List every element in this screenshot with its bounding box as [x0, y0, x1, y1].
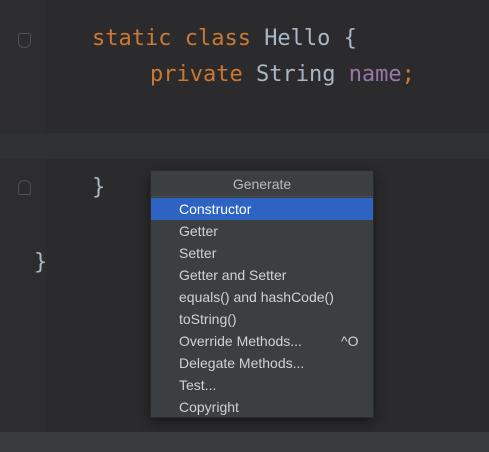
close-brace: } — [34, 250, 48, 275]
menu-item-label: Setter — [179, 245, 217, 261]
class-name: Hello — [264, 26, 331, 51]
menu-item-label: Override Methods... — [179, 333, 302, 349]
current-line-highlight — [0, 133, 489, 159]
menu-item-override-methods[interactable]: Override Methods... ^O — [151, 330, 373, 352]
menu-item-label: Constructor — [179, 201, 252, 217]
generate-menu: Constructor Getter Setter Getter and Set… — [151, 197, 373, 418]
keyword-static-class: static class — [92, 26, 265, 51]
fold-marker-icon[interactable] — [18, 180, 31, 195]
popup-title: Generate — [151, 171, 373, 197]
menu-item-label: equals() and hashCode() — [179, 289, 334, 305]
menu-item-equals-hashcode[interactable]: equals() and hashCode() — [151, 286, 373, 308]
menu-item-label: Delegate Methods... — [179, 355, 305, 371]
semicolon: ; — [401, 62, 415, 87]
keyword-private: private — [150, 62, 256, 87]
field-name: name — [348, 62, 402, 87]
code-line-class-close-brace[interactable]: } — [92, 175, 105, 201]
menu-item-copyright[interactable]: Copyright — [151, 396, 373, 418]
menu-item-constructor[interactable]: Constructor — [151, 198, 373, 220]
menu-item-label: toString() — [179, 311, 237, 327]
menu-item-setter[interactable]: Setter — [151, 242, 373, 264]
code-line-field-declaration[interactable]: private String name; — [150, 62, 415, 88]
code-editor[interactable]: static class Hello { private String name… — [0, 0, 489, 452]
code-line-class-declaration[interactable]: static class Hello { — [92, 26, 357, 52]
fold-marker-icon[interactable] — [18, 33, 31, 48]
editor-bottom-bar — [0, 432, 489, 452]
menu-item-getter[interactable]: Getter — [151, 220, 373, 242]
menu-item-label: Copyright — [179, 399, 239, 415]
close-brace: } — [92, 175, 106, 200]
menu-item-test[interactable]: Test... — [151, 374, 373, 396]
open-brace: { — [330, 26, 357, 51]
keyboard-shortcut: ^O — [341, 333, 359, 349]
menu-item-delegate-methods[interactable]: Delegate Methods... — [151, 352, 373, 374]
menu-item-label: Getter — [179, 223, 218, 239]
generate-popup: Generate Constructor Getter Setter Gette… — [150, 170, 374, 418]
code-line-outer-close-brace[interactable]: } — [34, 250, 47, 276]
editor-gutter — [0, 0, 46, 432]
menu-item-label: Test... — [179, 377, 217, 393]
menu-item-tostring[interactable]: toString() — [151, 308, 373, 330]
type-string: String — [255, 62, 349, 87]
menu-item-getter-and-setter[interactable]: Getter and Setter — [151, 264, 373, 286]
menu-item-label: Getter and Setter — [179, 267, 287, 283]
